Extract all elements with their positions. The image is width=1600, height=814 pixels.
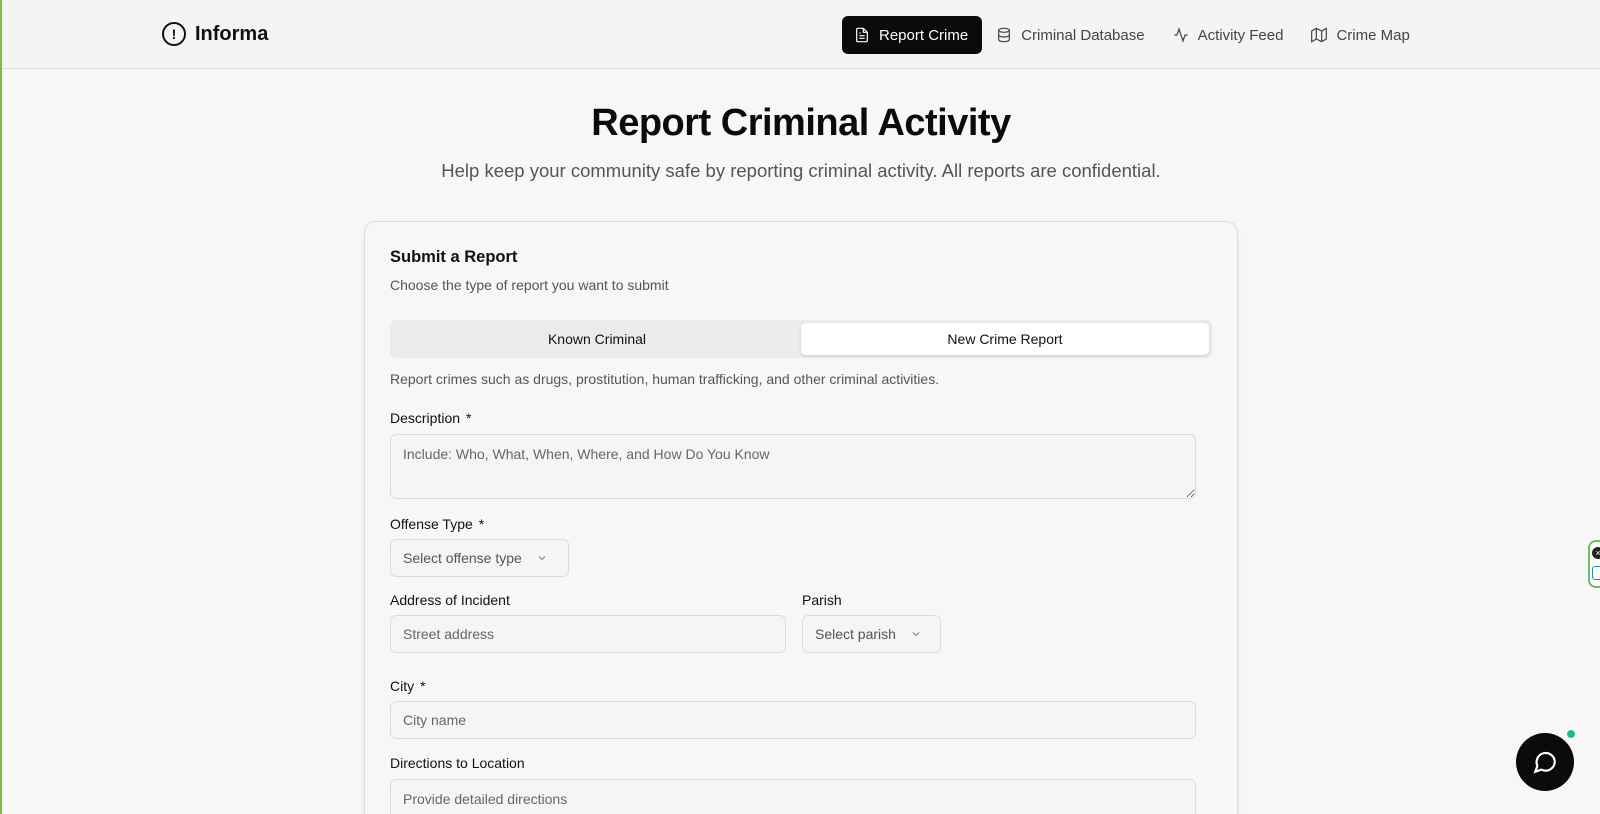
message-circle-icon [1533, 751, 1556, 774]
tab-new-crime-report[interactable]: New Crime Report [801, 323, 1209, 355]
main-nav: Report Crime Criminal Database Activity … [842, 16, 1424, 54]
offense-type-label: Offense Type * [390, 516, 484, 532]
page-subtitle: Help keep your community safe by reporti… [441, 160, 1161, 181]
extension-icon[interactable] [1592, 566, 1600, 580]
report-type-tabs: Known Criminal New Crime Report [390, 320, 1212, 358]
nav-crime-map[interactable]: Crime Map [1297, 16, 1423, 54]
tab-description: Report crimes such as drugs, prostitutio… [390, 371, 940, 387]
database-icon [998, 27, 1011, 43]
select-value: Select parish [815, 626, 896, 642]
report-form-card: Submit a Report Choose the type of repor… [364, 221, 1238, 814]
tab-known-criminal[interactable]: Known Criminal [393, 323, 801, 355]
top-navbar: ! Informa Report Crime Criminal Database… [2, 0, 1600, 69]
logo-text: Informa [195, 22, 269, 45]
offense-type-select[interactable]: Select offense type [390, 539, 569, 577]
nav-activity-feed[interactable]: Activity Feed [1159, 16, 1298, 54]
parish-select[interactable]: Select parish [802, 615, 941, 653]
address-label: Address of Incident [390, 592, 510, 608]
required-marker: * [466, 410, 472, 426]
city-label: City * [390, 678, 426, 694]
nav-report-crime[interactable]: Report Crime [842, 16, 983, 54]
city-input[interactable] [390, 701, 1196, 739]
page-title: Report Criminal Activity [591, 102, 1011, 144]
chat-online-indicator [1565, 728, 1577, 740]
close-icon[interactable]: × [1592, 547, 1600, 559]
logo[interactable]: ! Informa [162, 21, 268, 47]
label-text: Offense Type [390, 516, 473, 532]
chevron-down-icon [912, 632, 920, 637]
nav-label: Activity Feed [1197, 26, 1284, 44]
directions-textarea[interactable] [390, 779, 1196, 814]
file-text-icon [856, 27, 868, 43]
card-title: Submit a Report [390, 248, 518, 266]
select-value: Select offense type [403, 550, 522, 566]
extension-widget[interactable]: × [1588, 540, 1600, 588]
address-input[interactable] [390, 615, 786, 653]
description-textarea[interactable] [390, 434, 1196, 499]
required-marker: * [420, 678, 426, 694]
description-label: Description * [390, 410, 471, 426]
nav-label: Report Crime [879, 26, 969, 44]
nav-criminal-database[interactable]: Criminal Database [982, 16, 1158, 54]
alert-circle-icon: ! [162, 22, 186, 46]
label-text: City [390, 678, 415, 694]
required-marker: * [478, 516, 485, 532]
map-icon [1311, 27, 1328, 43]
activity-icon [1173, 27, 1188, 43]
label-text: Description [390, 410, 461, 426]
parish-label: Parish [802, 592, 842, 608]
chat-button[interactable] [1516, 733, 1574, 791]
chevron-down-icon [538, 556, 546, 561]
card-subtitle: Choose the type of report you want to su… [390, 277, 669, 293]
nav-label: Criminal Database [1021, 26, 1145, 44]
nav-label: Crime Map [1336, 26, 1410, 44]
directions-label: Directions to Location [390, 755, 525, 771]
